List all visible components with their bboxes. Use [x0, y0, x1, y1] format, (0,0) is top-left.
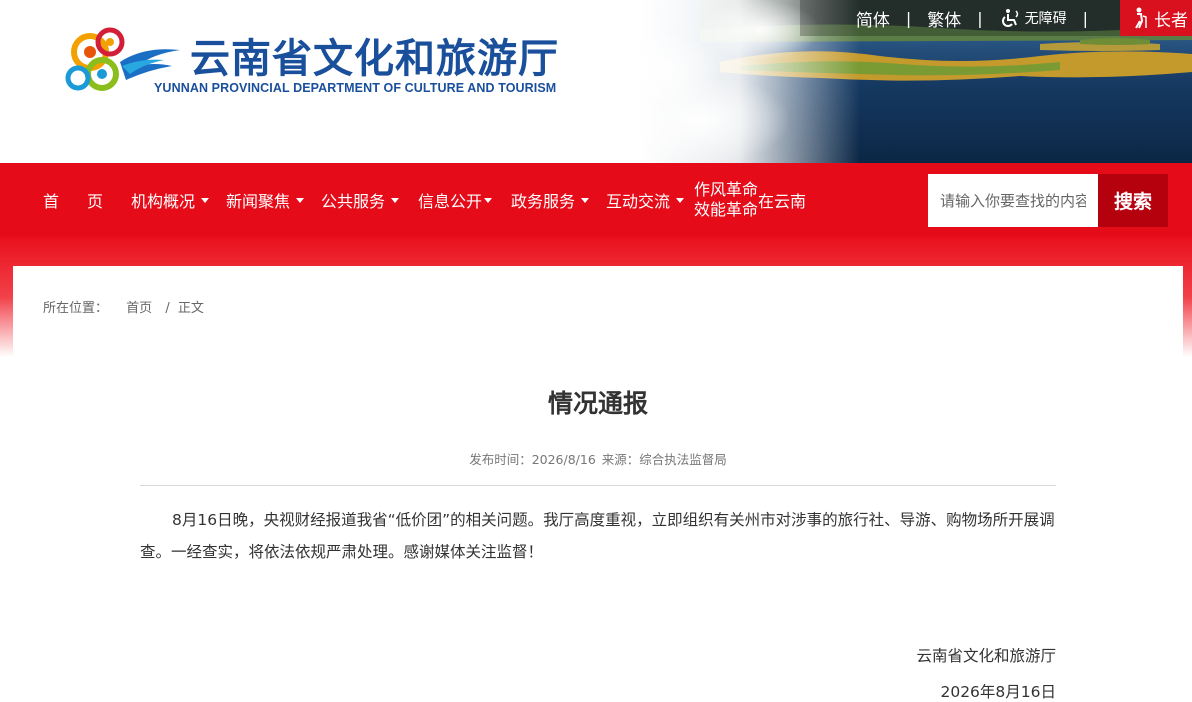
- nav-item-news[interactable]: 新闻聚焦: [226, 163, 305, 237]
- nav-item-label: 公共服务: [321, 192, 386, 211]
- nav-stack-line2: 效能革命: [694, 200, 759, 219]
- article-source: 来源：综合执法监督局: [601, 452, 727, 467]
- wheelchair-icon: [1001, 9, 1018, 27]
- caret-down-icon: [391, 197, 400, 203]
- nav-item-work-style-revolution[interactable]: 作风革命 效能革命 在云南: [694, 163, 806, 237]
- traditional-chinese-link[interactable]: 繁体: [927, 6, 961, 31]
- nav-stack-suffix: 在云南: [758, 192, 807, 211]
- nav-item-home[interactable]: 首 页: [43, 163, 109, 237]
- caret-down-icon: [484, 197, 493, 203]
- site-header: 云南省文化和旅游厅 YUNNAN PROVINCIAL DEPARTMENT O…: [0, 0, 1192, 163]
- nav-item-interaction[interactable]: 互动交流: [606, 163, 685, 237]
- nav-stack-line1: 作风革命: [694, 180, 759, 199]
- nav-item-label: 政务服务: [511, 192, 576, 211]
- signature-organization: 云南省文化和旅游厅: [916, 647, 1056, 665]
- nav-item-label: 首 页: [43, 192, 110, 211]
- breadcrumb-separator: /: [165, 301, 170, 316]
- caret-down-icon: [201, 197, 210, 203]
- caret-down-icon: [296, 197, 305, 203]
- nav-item-label: 机构概况: [131, 192, 196, 211]
- title-divider: [140, 485, 1056, 486]
- separator: |: [1082, 8, 1088, 28]
- elder-mode-link[interactable]: 长者: [1120, 0, 1192, 36]
- breadcrumb-current: 正文: [177, 301, 204, 316]
- breadcrumb: 所在位置： 首页 / 正文: [43, 297, 204, 316]
- caret-down-icon: [581, 197, 590, 203]
- breadcrumb-home-link[interactable]: 首页: [126, 301, 152, 316]
- site-title: 云南省文化和旅游厅: [190, 36, 559, 82]
- publish-time: 发布时间：2026/8/16: [469, 452, 596, 467]
- breadcrumb-label: 所在位置：: [43, 301, 109, 316]
- nav-item-public-service[interactable]: 公共服务: [321, 163, 400, 237]
- article-container: 所在位置： 首页 / 正文 情况通报 发布时间：2026/8/16 来源：综合执法…: [13, 266, 1183, 702]
- elder-mode-label: 长者: [1154, 10, 1188, 31]
- article-body: 8月16日晚，央视财经报道我省“低价团”的相关问题。我厅高度重视，立即组织有关州…: [140, 511, 1055, 561]
- nav-stacked-label: 作风革命 效能革命: [694, 180, 758, 220]
- signature-date: 2026年8月16日: [940, 683, 1056, 701]
- separator: |: [905, 8, 912, 28]
- nav-item-government-service[interactable]: 政务服务: [511, 163, 590, 237]
- search-input[interactable]: [928, 174, 1098, 227]
- nav-item-organization[interactable]: 机构概况: [131, 163, 210, 237]
- main-navigation: 首 页 机构概况 新闻聚焦 公共服务 信息公开 政务服务 互动交流 作风革命 效…: [0, 163, 1192, 237]
- accessibility-label: 无障碍: [1024, 11, 1067, 27]
- article-title: 情况通报: [547, 389, 648, 418]
- elder-person-icon: [1135, 7, 1147, 29]
- nav-item-label: 互动交流: [606, 192, 671, 211]
- simplified-chinese-link[interactable]: 简体: [856, 6, 890, 31]
- separator: |: [977, 8, 983, 28]
- caret-down-icon: [676, 197, 685, 203]
- top-utility-links: 简体 | 繁体 | 无障碍 | 长者: [856, 0, 1192, 36]
- article-meta: 发布时间：2026/8/16 来源：综合执法监督局: [13, 449, 1183, 468]
- nav-item-label: 新闻聚焦: [226, 192, 291, 211]
- search-button[interactable]: 搜索: [1098, 174, 1168, 227]
- accessibility-link[interactable]: 无障碍: [999, 8, 1067, 28]
- nav-item-info-disclosure[interactable]: 信息公开: [418, 163, 493, 237]
- site-logo[interactable]: 云南省文化和旅游厅 YUNNAN PROVINCIAL DEPARTMENT O…: [64, 22, 604, 102]
- nav-item-label: 信息公开: [418, 192, 483, 211]
- site-subtitle: YUNNAN PROVINCIAL DEPARTMENT OF CULTURE …: [154, 81, 557, 95]
